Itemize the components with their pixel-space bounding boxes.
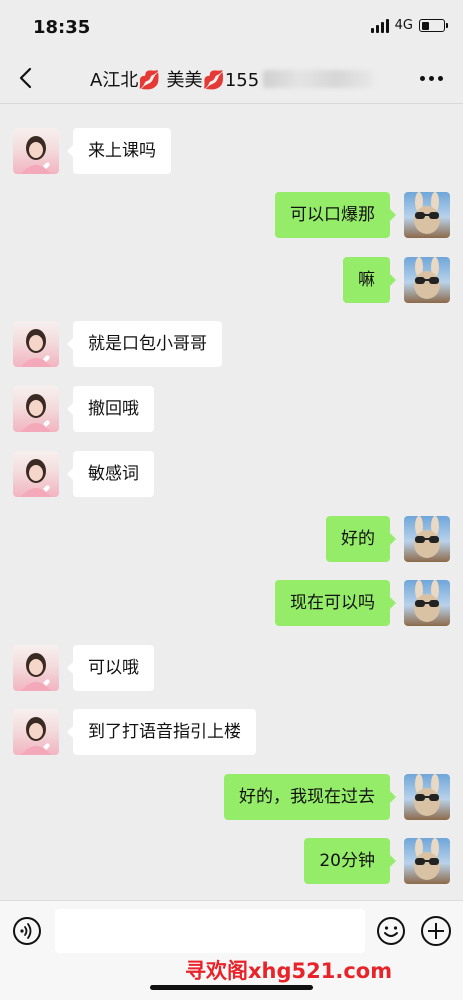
message-row: 好的，我现在过去 (0, 774, 463, 824)
message-row: 20分钟 (0, 838, 463, 888)
signal-icon (370, 18, 389, 33)
contact-avatar[interactable] (13, 128, 59, 174)
message-bubble-sent[interactable]: 嘛 (343, 257, 396, 303)
message-row: 好的 (0, 516, 463, 566)
status-indicators: 4G (370, 18, 448, 33)
self-avatar[interactable] (404, 192, 450, 238)
message-row: 就是口包小哥哥 (0, 321, 463, 371)
self-avatar[interactable] (404, 774, 450, 820)
message-bubble-sent[interactable]: 20分钟 (304, 838, 396, 884)
nav-bar: A江北💋 美美💋155 (0, 52, 463, 104)
self-avatar[interactable] (404, 257, 450, 303)
contact-avatar[interactable] (13, 645, 59, 691)
message-list[interactable]: 来上课吗可以口爆那嘛就是口包小哥哥 撤回哦敏感词好的现在可以吗可以哦到了打语音指引… (0, 104, 463, 900)
message-bubble-received[interactable]: 到了打语音指引上楼 (67, 709, 256, 755)
network-label: 4G (394, 18, 413, 33)
self-avatar[interactable] (404, 516, 450, 562)
message-row: 到了打语音指引上楼 (0, 709, 463, 759)
message-bubble-received[interactable]: 可以哦 (67, 645, 154, 691)
more-dots-icon[interactable] (420, 76, 443, 81)
message-input[interactable] (55, 909, 365, 953)
chat-title: A江北💋 美美💋155 (90, 70, 260, 91)
message-bubble-sent[interactable]: 好的，我现在过去 (224, 774, 396, 820)
message-bubble-sent[interactable]: 好的 (326, 516, 396, 562)
message-bubble-received[interactable]: 敏感词 (67, 451, 154, 497)
message-bubble-sent[interactable]: 现在可以吗 (275, 580, 396, 626)
chat-title-row: A江北💋 美美💋155 (90, 66, 390, 92)
chevron-left-icon[interactable] (16, 66, 36, 90)
contact-avatar[interactable] (13, 709, 59, 755)
plus-icon[interactable] (421, 916, 451, 946)
message-row: 撤回哦 (0, 386, 463, 436)
self-avatar[interactable] (404, 580, 450, 626)
emoji-icon[interactable] (376, 916, 406, 946)
watermark: 寻欢阁xhg521.com (185, 959, 393, 983)
battery-icon (419, 19, 448, 32)
message-bubble-received[interactable]: 撤回哦 (67, 386, 154, 432)
status-bar: 18:35 4G (0, 0, 463, 52)
voice-icon[interactable] (12, 916, 42, 946)
message-bubble-received[interactable]: 就是口包小哥哥 (67, 321, 222, 367)
status-time: 18:35 (33, 17, 91, 38)
message-row: 嘛 (0, 257, 463, 307)
message-row: 来上课吗 (0, 128, 463, 178)
redacted-blur (263, 70, 374, 88)
message-row: 现在可以吗 (0, 580, 463, 630)
message-row: 可以口爆那 (0, 192, 463, 242)
message-row: 敏感词 (0, 451, 463, 501)
contact-avatar[interactable] (13, 386, 59, 432)
home-indicator[interactable] (150, 985, 313, 990)
message-bubble-received[interactable]: 来上课吗 (67, 128, 171, 174)
contact-avatar[interactable] (13, 451, 59, 497)
message-row: 可以哦 (0, 645, 463, 695)
message-bubble-sent[interactable]: 可以口爆那 (275, 192, 396, 238)
battery-fill (421, 21, 429, 30)
self-avatar[interactable] (404, 838, 450, 884)
contact-avatar[interactable] (13, 321, 59, 367)
